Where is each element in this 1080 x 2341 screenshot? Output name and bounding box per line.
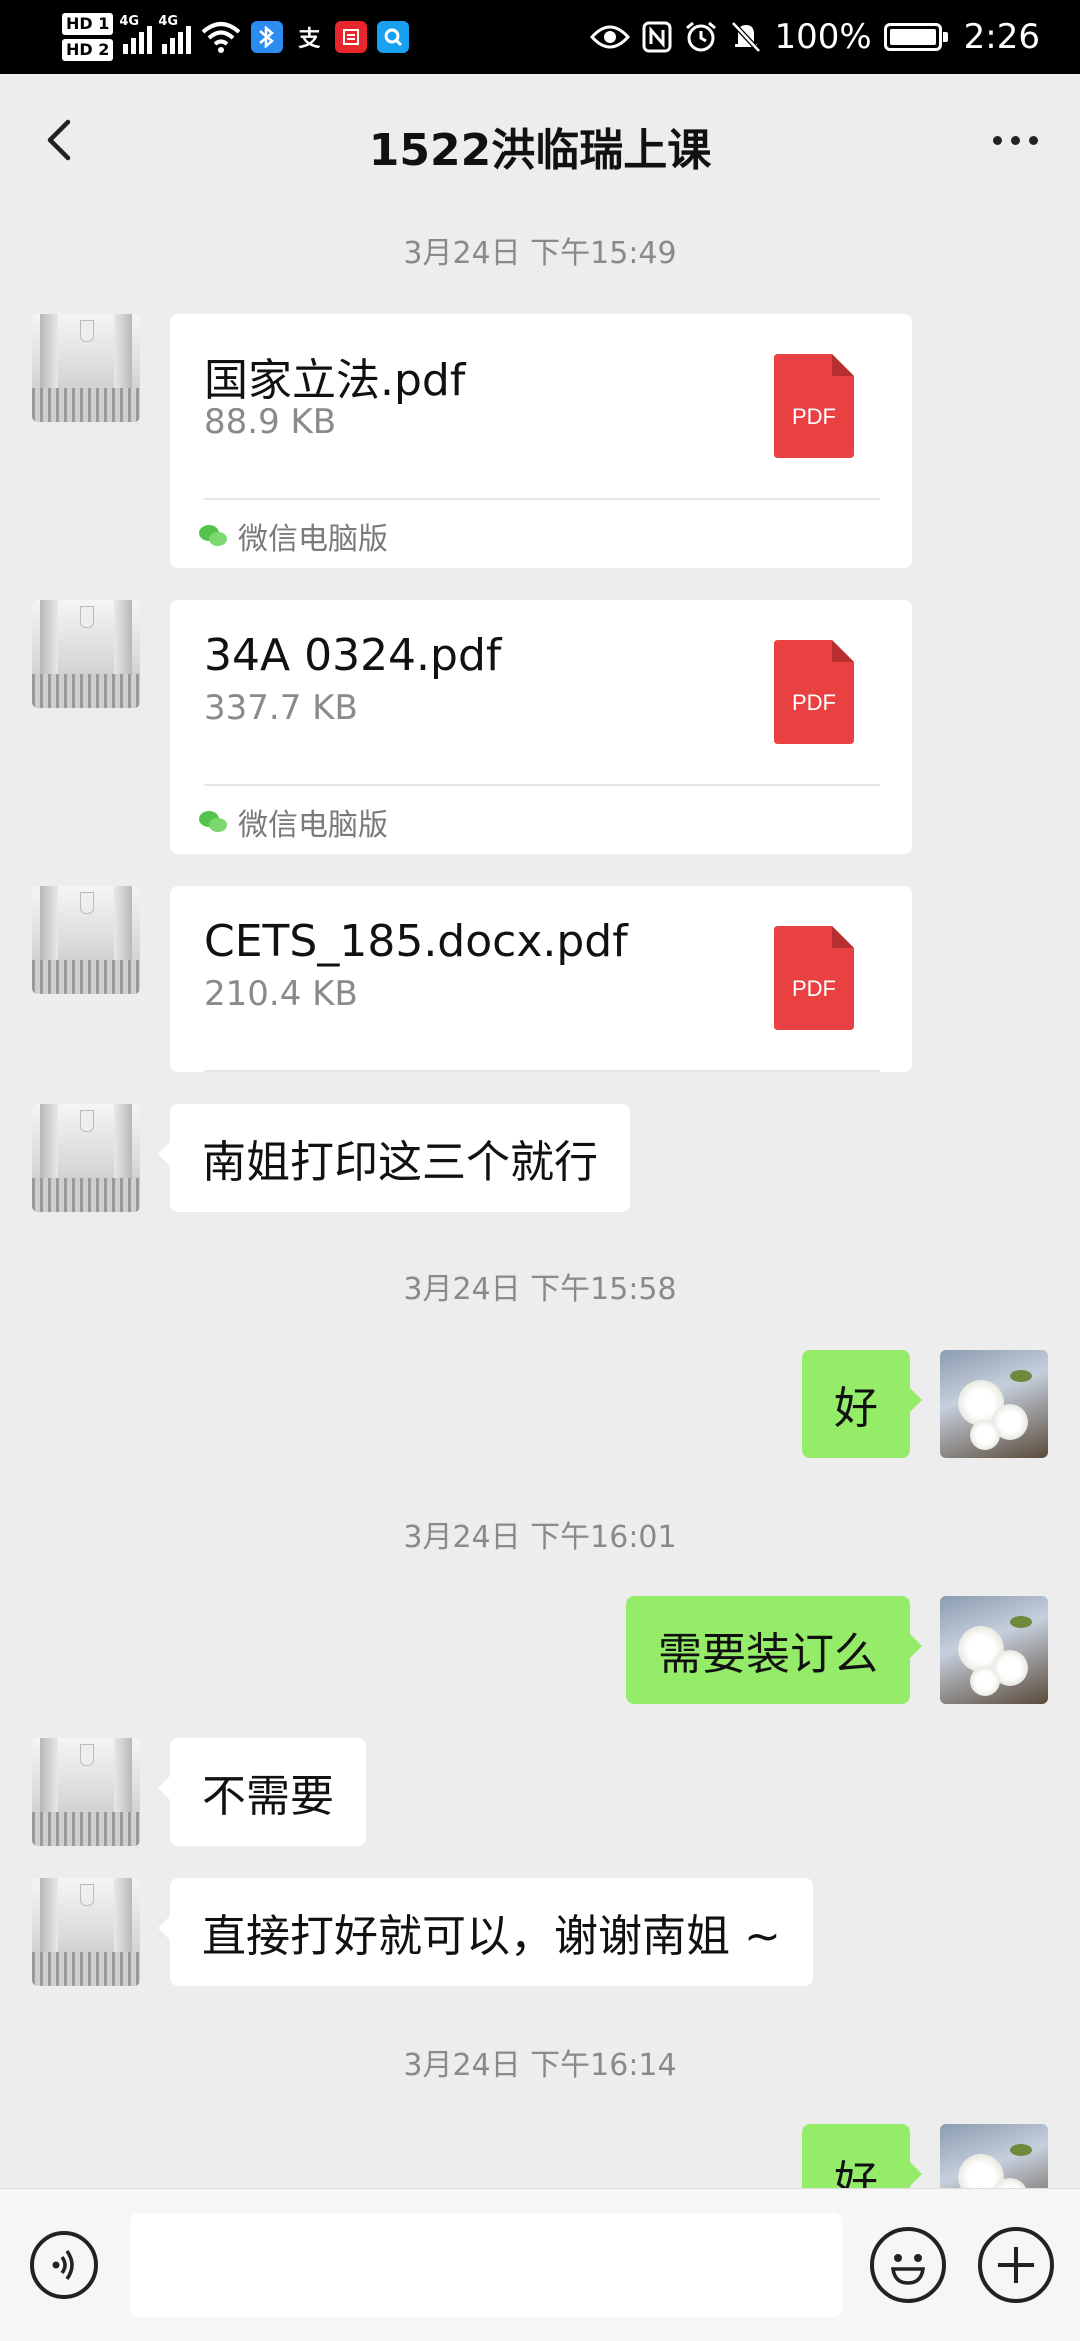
file-source: 微信电脑版 — [198, 514, 388, 558]
pdf-file-icon: PDF — [774, 354, 854, 458]
contact-avatar[interactable] — [32, 1878, 140, 1986]
message-bubble-received[interactable]: 不需要 — [158, 1738, 366, 1846]
signal-2-icon: 4G — [158, 14, 192, 54]
file-size: 88.9 KB — [204, 402, 337, 442]
alarm-icon — [686, 21, 717, 52]
card-divider — [204, 498, 880, 500]
search-app-icon — [377, 21, 410, 53]
file-message[interactable]: 34A 0324.pdf 337.7 KB PDF 微信电脑版 — [170, 600, 912, 854]
eye-icon — [590, 25, 631, 49]
sim-indicators: HD 1 HD 2 — [62, 13, 114, 61]
voice-button[interactable] — [30, 2231, 98, 2299]
wechat-icon — [199, 525, 227, 546]
timestamp: 3月24日 下午16:01 — [403, 1520, 677, 1555]
clock-time: 2:26 — [963, 17, 1040, 57]
more-functions-button[interactable] — [978, 2227, 1054, 2303]
contact-avatar[interactable] — [32, 600, 140, 708]
timestamp: 3月24日 下午15:49 — [403, 236, 677, 271]
timestamp: 3月24日 下午16:14 — [403, 2048, 677, 2083]
contact-avatar[interactable] — [32, 886, 140, 994]
pdf-icon-label: PDF — [792, 404, 836, 429]
message-bubble-received[interactable]: 直接打好就可以，谢谢南姐 ~ — [158, 1878, 813, 1986]
network1-label: 4G — [119, 14, 140, 29]
alipay-icon: 支 — [298, 27, 321, 52]
file-source-label: 微信电脑版 — [238, 522, 388, 557]
sim2-label: HD 2 — [62, 39, 114, 61]
wifi-icon — [202, 22, 241, 53]
mute-bell-icon — [731, 21, 762, 53]
chat-header: 1522洪临瑞上课 — [0, 74, 1080, 206]
file-name: 34A 0324.pdf — [204, 630, 502, 681]
plus-icon — [998, 2247, 1034, 2283]
more-options-button[interactable] — [980, 110, 1050, 170]
card-divider — [204, 1070, 880, 1072]
message-bubble-received[interactable]: 南姐打印这三个就行 — [158, 1104, 630, 1212]
contact-avatar[interactable] — [32, 314, 140, 422]
voice-icon — [52, 2249, 74, 2281]
battery-percent: 100% — [774, 17, 872, 57]
wechat-icon — [199, 811, 227, 832]
pdf-file-icon: PDF — [774, 640, 854, 744]
timestamp: 3月24日 下午15:58 — [403, 1272, 677, 1307]
news-app-icon — [335, 21, 368, 53]
battery-icon — [883, 23, 948, 51]
file-source-label: 微信电脑版 — [238, 808, 388, 843]
my-avatar[interactable] — [940, 1596, 1048, 1704]
more-dots-icon — [992, 135, 1002, 145]
contact-avatar[interactable] — [32, 1738, 140, 1846]
file-message[interactable]: CETS_185.docx.pdf 210.4 KB PDF — [170, 886, 912, 1072]
message-bubble-sent[interactable]: 需要装订么 — [626, 1596, 922, 1704]
message-bubble-sent[interactable]: 好 — [802, 1350, 922, 1458]
input-bar — [0, 2188, 1080, 2341]
contact-avatar[interactable] — [32, 1104, 140, 1212]
chat-title: 1522洪临瑞上课 — [368, 125, 712, 176]
nfc-icon — [642, 21, 672, 53]
pdf-icon-label: PDF — [792, 690, 836, 715]
file-message[interactable]: 国家立法.pdf 88.9 KB PDF 微信电脑版 — [170, 314, 912, 568]
card-divider — [204, 784, 880, 786]
message-input[interactable] — [130, 2213, 842, 2317]
file-source: 微信电脑版 — [198, 800, 388, 844]
emoji-icon — [890, 2254, 926, 2285]
status-bar: HD 1 HD 2 4G 4G 支 100% 2:26 — [0, 0, 1080, 74]
file-name: CETS_185.docx.pdf — [204, 916, 628, 967]
emoji-button[interactable] — [870, 2227, 946, 2303]
network2-label: 4G — [158, 14, 179, 29]
signal-1-icon: 4G — [119, 14, 153, 54]
pdf-icon-label: PDF — [792, 976, 836, 1001]
my-avatar[interactable] — [940, 1350, 1048, 1458]
file-size: 337.7 KB — [204, 688, 358, 728]
pdf-file-icon: PDF — [774, 926, 854, 1030]
file-name: 国家立法.pdf — [204, 355, 466, 406]
file-size: 210.4 KB — [204, 974, 358, 1014]
bluetooth-app-icon — [251, 21, 284, 53]
sim1-label: HD 1 — [62, 13, 114, 35]
